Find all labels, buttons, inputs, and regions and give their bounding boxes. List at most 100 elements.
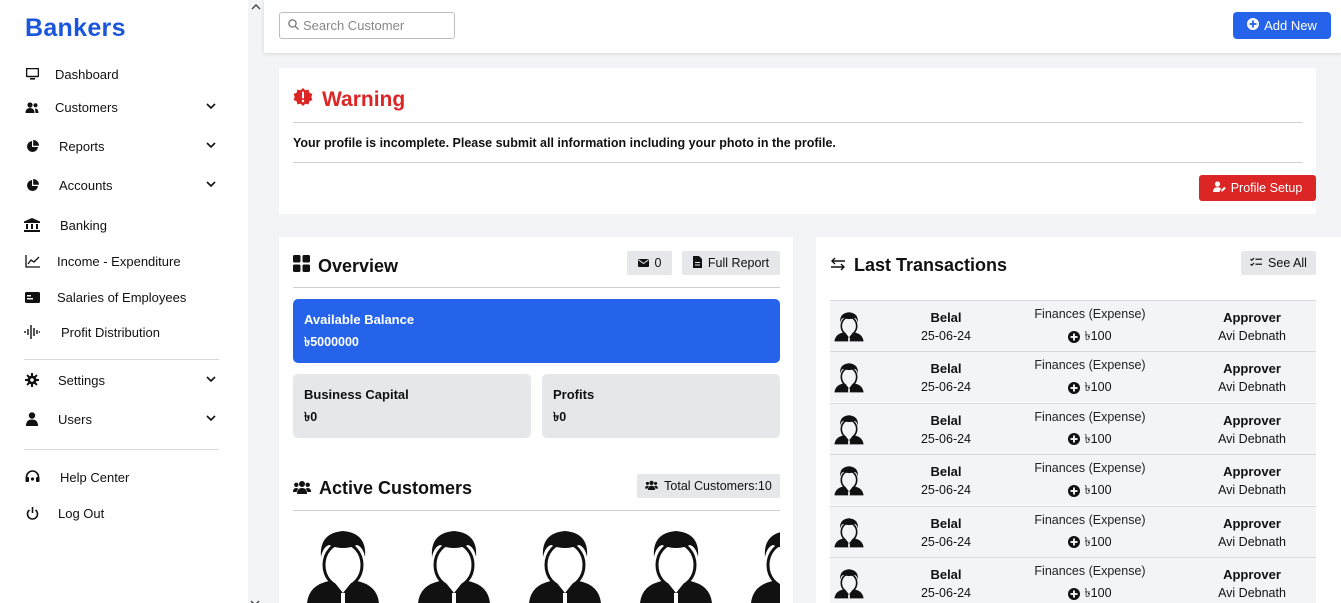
checklist-icon: [1250, 256, 1263, 270]
plus-circle-icon: [1068, 381, 1081, 397]
transaction-approver: Avi Debnath: [1218, 380, 1286, 395]
transaction-customer-name: Belal: [930, 310, 962, 325]
last-transactions-title: Last Transactions: [830, 255, 1007, 276]
transaction-amount-value: ৳100: [1084, 431, 1112, 446]
transaction-role: Approver: [1223, 361, 1281, 377]
chevron-down-icon[interactable]: [250, 595, 262, 603]
transaction-amount: ৳100: [1020, 534, 1160, 554]
divider: [293, 287, 780, 288]
transaction-amount: ৳100: [1020, 379, 1160, 399]
sidebar-item-settings[interactable]: Settings: [24, 369, 220, 391]
sidebar-item-banking[interactable]: Banking: [24, 214, 220, 236]
transaction-row[interactable]: Belal 25-06-24 Finances (Expense) ৳100 Appro…: [830, 505, 1316, 557]
chevron-down-icon[interactable]: [204, 99, 218, 113]
sidebar-item-income-expenditure[interactable]: Income - Expenditure: [24, 250, 220, 272]
sidebar-item-accounts[interactable]: Accounts: [24, 174, 220, 196]
sidebar-item-users[interactable]: Users: [24, 408, 220, 430]
user-avatar-icon: [832, 359, 866, 395]
transaction-row[interactable]: Belal 25-06-24 Finances (Expense) ৳100 Appro…: [830, 300, 1316, 351]
transaction-row[interactable]: Belal 25-06-24 Finances (Expense) ৳100 Appro…: [830, 402, 1316, 454]
users-group-icon: [645, 479, 659, 493]
transaction-amount: ৳100: [1020, 431, 1160, 451]
messages-button[interactable]: 0: [627, 251, 672, 275]
transaction-row[interactable]: Belal 25-06-24 Finances (Expense) ৳100 Appro…: [830, 351, 1316, 403]
transaction-customer-name: Belal: [930, 567, 962, 582]
message-count: 0: [654, 256, 662, 270]
chevron-down-icon[interactable]: [204, 177, 218, 191]
full-report-button[interactable]: Full Report: [682, 251, 780, 275]
sidebar-item-profit-distribution[interactable]: Profit Distribution: [24, 321, 220, 343]
warning-title-text: Warning: [322, 88, 406, 111]
sidebar-item-label: Profit Distribution: [61, 324, 160, 340]
customer-avatar[interactable]: [301, 527, 385, 603]
sidebar-item-label: Reports: [59, 138, 105, 154]
transaction-customer-name: Belal: [930, 412, 962, 428]
file-icon: [692, 255, 702, 271]
search-input[interactable]: [303, 18, 448, 33]
user-avatar-icon: [832, 462, 866, 498]
pie-chart-icon: [24, 138, 40, 154]
chevron-down-icon[interactable]: [204, 411, 218, 425]
profile-setup-button[interactable]: Profile Setup: [1199, 175, 1316, 201]
users-icon: [24, 99, 40, 115]
profits-value: ৳0: [553, 410, 567, 424]
plus-circle-icon: [1068, 330, 1081, 346]
profits-card[interactable]: Profits ৳0: [542, 374, 780, 438]
app-logo[interactable]: Bankers: [25, 14, 126, 43]
power-icon: [24, 505, 40, 521]
add-new-button[interactable]: Add New: [1233, 12, 1331, 39]
transaction-category: Finances (Expense): [1034, 307, 1146, 321]
divider: [293, 122, 1303, 123]
transaction-customer-name: Belal: [930, 464, 962, 480]
waveform-icon: [24, 324, 40, 340]
bank-icon: [24, 217, 40, 233]
chevron-down-icon[interactable]: [204, 138, 218, 152]
sidebar-item-customers[interactable]: Customers: [24, 96, 220, 118]
sidebar-item-salaries[interactable]: Salaries of Employees: [24, 286, 220, 308]
top-bar: Add New: [264, 0, 1341, 53]
sidebar-item-help-center[interactable]: Help Center: [24, 466, 220, 488]
grid-icon: [293, 255, 310, 277]
available-balance-card[interactable]: Available Balance ৳5000000: [293, 299, 780, 363]
chevron-down-icon[interactable]: [204, 372, 218, 386]
last-transactions-title-text: Last Transactions: [854, 255, 1008, 275]
plus-circle-icon: [1068, 587, 1081, 603]
transaction-approver: Avi Debnath: [1218, 329, 1286, 343]
see-all-button[interactable]: See All: [1241, 251, 1316, 275]
transaction-row[interactable]: Belal 25-06-24 Finances (Expense) ৳100 Appro…: [830, 454, 1316, 506]
user-avatar-icon: [832, 514, 866, 550]
gear-icon: [24, 372, 40, 388]
transaction-category: Finances (Expense): [1034, 409, 1146, 424]
chevron-up-icon[interactable]: [250, 0, 262, 12]
warning-card: Warning Your profile is incomplete. Plea…: [279, 68, 1316, 214]
customer-avatar[interactable]: [634, 527, 718, 603]
transaction-customer-name: Belal: [930, 515, 962, 531]
transaction-row[interactable]: Belal 25-06-24 Finances (Expense) ৳100 Appro…: [830, 557, 1316, 603]
add-new-label: Add New: [1264, 18, 1317, 33]
sidebar-item-label: Dashboard: [55, 66, 119, 82]
sidebar-item-label: Accounts: [59, 177, 113, 193]
active-customers-list: [293, 527, 780, 603]
transaction-category: Finances (Expense): [1034, 358, 1146, 373]
plus-circle-icon: [1068, 433, 1081, 448]
total-customers-button[interactable]: Total Customers:10: [637, 474, 780, 498]
sidebar: Bankers Dashboard Customers Reports Acco…: [0, 0, 248, 603]
sidebar-item-label: Income - Expenditure: [57, 253, 181, 269]
transaction-approver: Avi Debnath: [1218, 431, 1286, 446]
transaction-approver: Avi Debnath: [1218, 534, 1286, 549]
business-capital-label: Business Capital: [304, 387, 409, 402]
business-capital-card[interactable]: Business Capital ৳0: [293, 374, 531, 438]
total-customers-label: Total Customers:10: [664, 479, 772, 493]
search-icon: [288, 18, 299, 33]
sidebar-item-reports[interactable]: Reports: [24, 135, 220, 157]
customer-avatar[interactable]: [523, 527, 607, 603]
sidebar-item-dashboard[interactable]: Dashboard: [24, 63, 220, 85]
sidebar-item-label: Log Out: [58, 505, 105, 521]
transaction-role: Approver: [1223, 464, 1281, 480]
sidebar-divider: [24, 359, 219, 360]
search-box[interactable]: [279, 12, 455, 39]
customer-avatar[interactable]: [412, 527, 496, 603]
sidebar-item-log-out[interactable]: Log Out: [24, 502, 220, 524]
customer-avatar[interactable]: [745, 527, 780, 603]
users-group-icon: [293, 478, 311, 499]
